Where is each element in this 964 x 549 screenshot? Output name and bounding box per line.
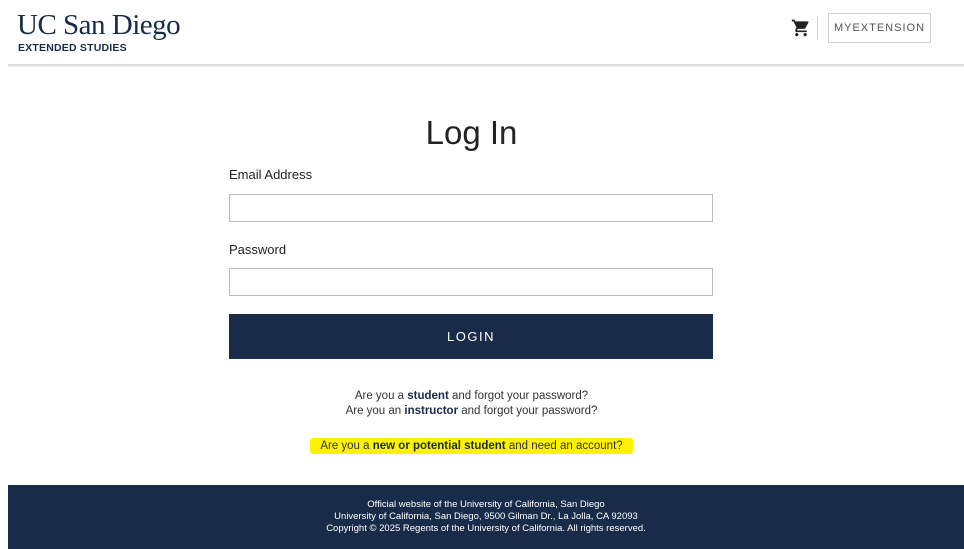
new-account-link[interactable]: new or potential student <box>373 440 506 452</box>
help-text: and forgot your password? <box>461 405 598 417</box>
logo-sub-text: EXTENDED STUDIES <box>18 42 127 54</box>
myextension-button[interactable]: MYEXTENSION <box>828 13 931 43</box>
ucsd-logo[interactable]: UC San Diego EXTENDED STUDIES <box>17 9 181 54</box>
password-field[interactable] <box>229 268 713 296</box>
header-shadow <box>8 64 964 67</box>
new-account-highlight: Are you a new or potential student and n… <box>310 438 633 454</box>
login-button[interactable]: LOGIN <box>229 314 713 359</box>
footer-line-official: Official website of the University of Ca… <box>367 499 605 510</box>
instructor-forgot-password-link[interactable]: instructor <box>404 405 458 417</box>
help-text: and forgot your password? <box>452 390 589 402</box>
header-divider <box>817 16 818 40</box>
student-forgot-password-line: Are you a student and forgot your passwo… <box>0 390 943 402</box>
student-forgot-password-link[interactable]: student <box>407 390 449 402</box>
new-account-line: Are you a new or potential student and n… <box>0 438 943 454</box>
page-title: Log In <box>425 114 518 151</box>
shopping-cart-icon[interactable] <box>791 18 811 38</box>
site-footer: Official website of the University of Ca… <box>8 485 964 549</box>
logo-main-text: UC San Diego <box>17 9 181 41</box>
email-label: Email Address <box>229 167 313 182</box>
help-text: and need an account? <box>508 440 623 452</box>
instructor-forgot-password-line: Are you an instructor and forgot your pa… <box>0 405 943 417</box>
footer-line-address: University of California, San Diego, 950… <box>334 511 638 522</box>
site-header: UC San Diego EXTENDED STUDIES MYEXTENSIO… <box>0 0 964 66</box>
help-text: Are you an <box>345 405 402 417</box>
help-text: Are you a <box>320 440 370 452</box>
help-text: Are you a <box>354 390 405 402</box>
password-label: Password <box>229 242 287 257</box>
footer-line-copyright: Copyright © 2025 Regents of the Universi… <box>326 523 646 534</box>
email-field[interactable] <box>229 194 713 222</box>
